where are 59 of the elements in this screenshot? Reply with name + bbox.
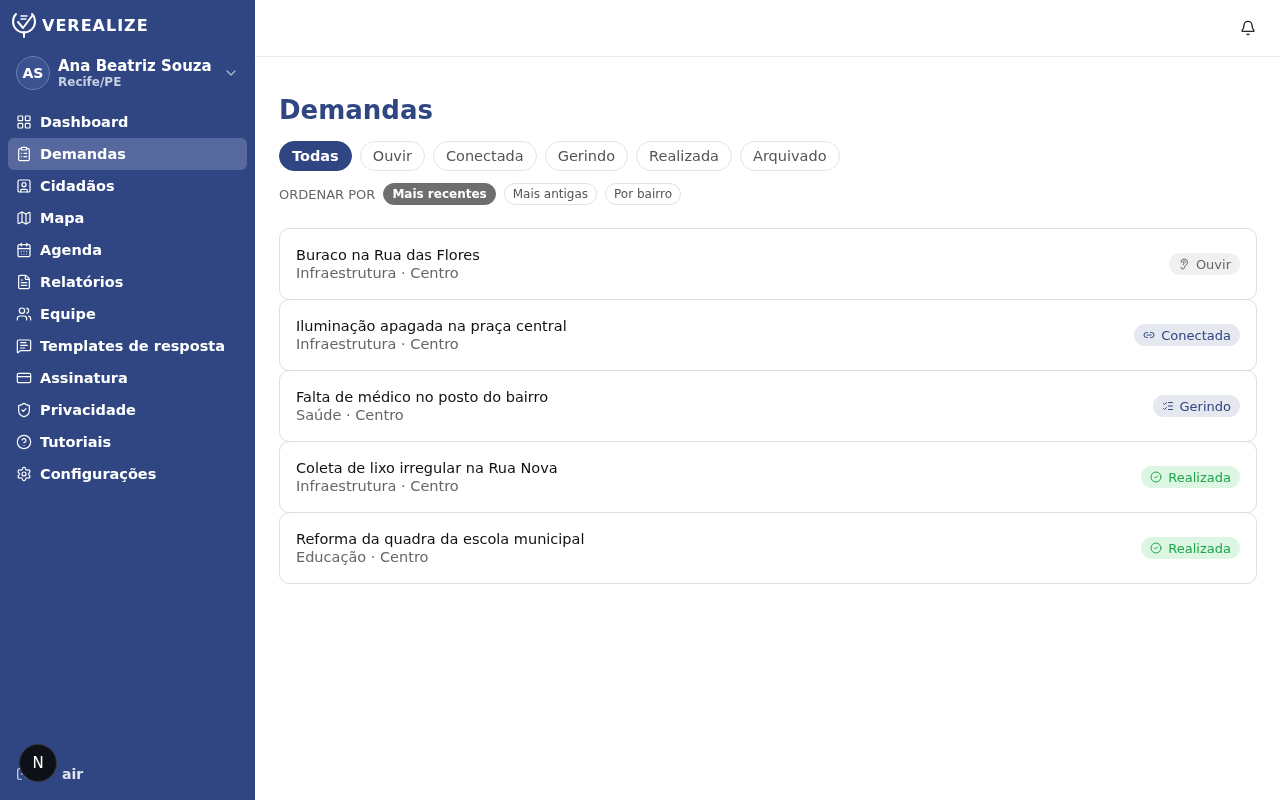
demand-title: Reforma da quadra da escola municipal (296, 531, 585, 547)
sort-option[interactable]: Por bairro (605, 183, 681, 205)
demand-meta: Educação · Centro (296, 549, 430, 565)
dev-tools-badge[interactable]: N (19, 744, 57, 782)
users-icon (16, 306, 32, 322)
user-location: Recife/PE (58, 75, 123, 89)
card-icon (16, 370, 32, 386)
logo-icon (10, 10, 38, 40)
nav-item[interactable]: Dashboard (8, 106, 247, 138)
demand-card[interactable]: Reforma da quadra da escola municipal Educação · Centro Realizada (279, 512, 1257, 584)
nav-item[interactable]: Cidadãos (8, 170, 247, 202)
filter-tab[interactable]: Gerindo (544, 141, 629, 171)
demand-title: Buraco na Rua das Flores (296, 247, 480, 263)
document-icon (16, 274, 32, 290)
filter-tab[interactable]: Realizada (636, 141, 732, 171)
demand-title: Coleta de lixo irregular na Rua Nova (296, 460, 558, 476)
nav-item[interactable]: Mapa (8, 202, 247, 234)
notification-bell-icon[interactable] (1240, 20, 1256, 36)
clipboard-icon (16, 146, 32, 162)
logout-link[interactable]: air (62, 766, 84, 782)
shield-check-icon (16, 402, 32, 418)
nav-item[interactable]: Configurações (8, 458, 247, 490)
filter-tab[interactable]: Ouvir (359, 141, 425, 171)
nav-item[interactable]: Assinatura (8, 362, 247, 394)
message-icon (16, 338, 32, 354)
demand-meta: Infraestrutura · Centro (296, 336, 460, 352)
filter-tab[interactable]: Todas (279, 141, 352, 171)
nav-item[interactable]: Equipe (8, 298, 247, 330)
status-badge: Conectada (1134, 324, 1240, 346)
demand-meta: Infraestrutura · Centro (296, 478, 460, 494)
help-icon (16, 434, 32, 450)
user-avatar: AS (16, 56, 50, 90)
filter-tab[interactable]: Conectada (432, 141, 537, 171)
demand-meta: Saúde · Centro (296, 407, 405, 423)
nav-item[interactable]: Relatórios (8, 266, 247, 298)
demand-title: Iluminação apagada na praça central (296, 318, 567, 334)
settings-icon (16, 466, 32, 482)
brand-name: VEREALIZE (42, 15, 149, 35)
demand-title: Falta de médico no posto do bairro (296, 389, 549, 405)
nav-item[interactable]: Tutoriais (8, 426, 247, 458)
calendar-icon (16, 242, 32, 258)
user-name: Ana Beatriz Souza (58, 57, 213, 75)
nav-item[interactable]: Agenda (8, 234, 247, 266)
sort-label: ORDENAR POR (279, 186, 376, 202)
status-badge: Realizada (1141, 466, 1240, 488)
nav-item[interactable]: Demandas (8, 138, 247, 170)
status-badge: Gerindo (1152, 395, 1240, 417)
sort-option[interactable]: Mais recentes (383, 183, 496, 205)
page-title: Demandas (279, 95, 434, 125)
nav-item[interactable]: Privacidade (8, 394, 247, 426)
nav-item[interactable]: Templates de resposta (8, 330, 247, 362)
status-badge: Realizada (1141, 537, 1240, 559)
status-badge: Ouvir (1168, 253, 1240, 275)
demand-meta: Infraestrutura · Centro (296, 265, 460, 281)
filter-tab[interactable]: Arquivado (739, 141, 840, 171)
contact-card-icon (16, 178, 32, 194)
grid-icon (16, 114, 32, 130)
map-icon (16, 210, 32, 226)
sort-option[interactable]: Mais antigas (503, 183, 598, 205)
